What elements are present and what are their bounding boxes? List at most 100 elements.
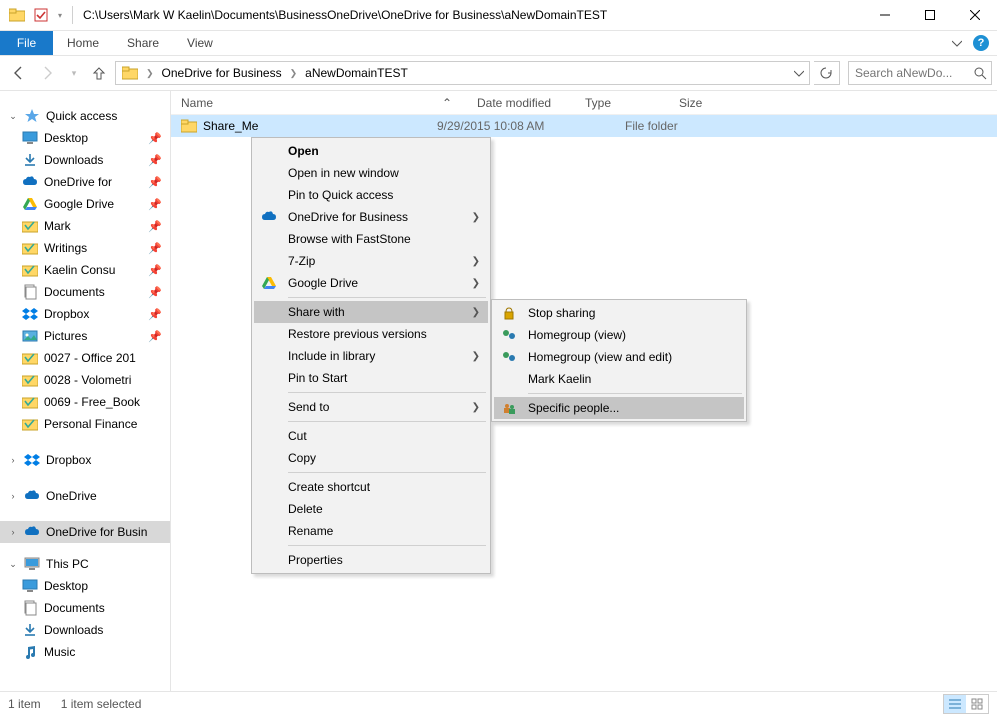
ctx-send-to[interactable]: Send to❯ bbox=[254, 396, 488, 418]
ctx-google-drive[interactable]: Google Drive❯ bbox=[254, 272, 488, 294]
submenu-arrow-icon: ❯ bbox=[472, 307, 480, 318]
dropbox-icon bbox=[22, 306, 38, 322]
file-row[interactable]: Share_Me 9/29/2015 10:08 AM File folder bbox=[171, 115, 997, 137]
nav-item-dropbox-pin[interactable]: Dropbox📌 bbox=[0, 303, 170, 325]
ctx-restore-versions[interactable]: Restore previous versions bbox=[254, 323, 488, 345]
folder-icon[interactable] bbox=[6, 4, 28, 26]
nav-label: 0028 - Volometri bbox=[44, 373, 131, 387]
window-controls bbox=[862, 0, 997, 30]
breadcrumb-sep-icon[interactable]: ❯ bbox=[144, 68, 156, 79]
expand-icon[interactable]: › bbox=[8, 455, 18, 465]
ctx-rename[interactable]: Rename bbox=[254, 520, 488, 542]
ctx-label: Stop sharing bbox=[528, 306, 595, 320]
back-button[interactable] bbox=[5, 60, 31, 86]
recent-locations-button[interactable]: ▾ bbox=[65, 60, 83, 86]
breadcrumb-seg-0[interactable]: OneDrive for Business bbox=[156, 62, 288, 84]
breadcrumb-sep-icon[interactable]: ❯ bbox=[288, 68, 300, 79]
nav-item-pc-downloads[interactable]: Downloads bbox=[0, 619, 170, 641]
help-button[interactable]: ? bbox=[969, 31, 993, 55]
nav-item-pc-desktop[interactable]: Desktop bbox=[0, 575, 170, 597]
expand-icon[interactable]: › bbox=[8, 527, 18, 537]
google-drive-icon bbox=[22, 196, 38, 212]
ctx-open[interactable]: Open bbox=[254, 140, 488, 162]
nav-item-kaelin[interactable]: Kaelin Consu📌 bbox=[0, 259, 170, 281]
ctx-browse-faststone[interactable]: Browse with FastStone bbox=[254, 228, 488, 250]
nav-item-mark[interactable]: Mark📌 bbox=[0, 215, 170, 237]
nav-item-downloads[interactable]: Downloads📌 bbox=[0, 149, 170, 171]
close-button[interactable] bbox=[952, 0, 997, 30]
refresh-button[interactable] bbox=[814, 61, 840, 85]
details-view-button[interactable] bbox=[944, 695, 966, 713]
nav-quick-access-header[interactable]: ⌄ Quick access bbox=[0, 105, 170, 127]
nav-dropbox-header[interactable]: › Dropbox bbox=[0, 449, 170, 471]
ctx-pin-start[interactable]: Pin to Start bbox=[254, 367, 488, 389]
nav-item-google-drive[interactable]: Google Drive📌 bbox=[0, 193, 170, 215]
ctx-properties[interactable]: Properties bbox=[254, 549, 488, 571]
tab-share[interactable]: Share bbox=[113, 31, 173, 55]
nav-onedrive-header[interactable]: › OneDrive bbox=[0, 485, 170, 507]
nav-item-0027[interactable]: 0027 - Office 201 bbox=[0, 347, 170, 369]
column-type[interactable]: Type bbox=[575, 91, 669, 114]
ctx-copy[interactable]: Copy bbox=[254, 447, 488, 469]
ctx-create-shortcut[interactable]: Create shortcut bbox=[254, 476, 488, 498]
sub-specific-people[interactable]: Specific people... bbox=[494, 397, 744, 419]
nav-label: Writings bbox=[44, 241, 87, 255]
nav-item-onedrive-biz[interactable]: OneDrive for📌 bbox=[0, 171, 170, 193]
nav-item-0028[interactable]: 0028 - Volometri bbox=[0, 369, 170, 391]
nav-item-writings[interactable]: Writings 📌 bbox=[0, 237, 170, 259]
expand-icon[interactable]: ⌄ bbox=[8, 559, 18, 570]
nav-this-pc-header[interactable]: ⌄ This PC bbox=[0, 553, 170, 575]
ribbon-expand-icon[interactable] bbox=[945, 31, 969, 55]
nav-item-desktop[interactable]: Desktop📌 bbox=[0, 127, 170, 149]
minimize-button[interactable] bbox=[862, 0, 907, 30]
nav-label: Downloads bbox=[44, 623, 103, 637]
tab-view[interactable]: View bbox=[173, 31, 227, 55]
column-size[interactable]: Size bbox=[669, 91, 749, 114]
up-button[interactable] bbox=[87, 61, 111, 85]
address-bar[interactable]: ❯ OneDrive for Business ❯ aNewDomainTEST bbox=[115, 61, 810, 85]
breadcrumb-root-icon[interactable] bbox=[116, 62, 144, 84]
ctx-include-library[interactable]: Include in library❯ bbox=[254, 345, 488, 367]
ribbon-tabs: File Home Share View ? bbox=[0, 31, 997, 56]
ctx-onedrive-business[interactable]: OneDrive for Business❯ bbox=[254, 206, 488, 228]
forward-button[interactable] bbox=[35, 60, 61, 86]
large-icons-view-button[interactable] bbox=[966, 695, 988, 713]
nav-item-0069[interactable]: 0069 - Free_Book bbox=[0, 391, 170, 413]
folder-icon bbox=[22, 240, 38, 256]
maximize-button[interactable] bbox=[907, 0, 952, 30]
search-box[interactable] bbox=[848, 61, 992, 85]
sub-stop-sharing[interactable]: Stop sharing bbox=[494, 302, 744, 324]
nav-item-documents[interactable]: Documents📌 bbox=[0, 281, 170, 303]
nav-item-personal-finance[interactable]: Personal Finance bbox=[0, 413, 170, 435]
nav-onedrive-business-header[interactable]: › OneDrive for Busin bbox=[0, 521, 170, 543]
nav-item-pictures[interactable]: Pictures📌 bbox=[0, 325, 170, 347]
ctx-share-with[interactable]: Share with❯ bbox=[254, 301, 488, 323]
expand-icon[interactable]: ⌄ bbox=[8, 111, 18, 122]
sub-homegroup-edit[interactable]: Homegroup (view and edit) bbox=[494, 346, 744, 368]
column-name[interactable]: Name bbox=[171, 91, 427, 114]
column-date[interactable]: Date modified bbox=[467, 91, 575, 114]
nav-item-pc-documents[interactable]: Documents bbox=[0, 597, 170, 619]
search-input[interactable] bbox=[853, 65, 970, 81]
ctx-label: Homegroup (view) bbox=[528, 328, 626, 342]
ctx-separator bbox=[288, 297, 486, 298]
file-tab[interactable]: File bbox=[0, 31, 53, 55]
address-dropdown-icon[interactable] bbox=[789, 68, 809, 78]
ctx-pin-quick-access[interactable]: Pin to Quick access bbox=[254, 184, 488, 206]
ctx-delete[interactable]: Delete bbox=[254, 498, 488, 520]
nav-label: Desktop bbox=[44, 131, 88, 145]
ctx-cut[interactable]: Cut bbox=[254, 425, 488, 447]
pin-icon: 📌 bbox=[148, 154, 162, 167]
search-icon[interactable] bbox=[974, 67, 987, 80]
expand-icon[interactable]: › bbox=[8, 491, 18, 501]
sub-homegroup-view[interactable]: Homegroup (view) bbox=[494, 324, 744, 346]
ctx-open-new-window[interactable]: Open in new window bbox=[254, 162, 488, 184]
nav-item-pc-music[interactable]: Music bbox=[0, 641, 170, 663]
ctx-7zip[interactable]: 7-Zip❯ bbox=[254, 250, 488, 272]
pin-icon: 📌 bbox=[148, 242, 162, 255]
properties-icon[interactable] bbox=[30, 4, 52, 26]
breadcrumb-seg-1[interactable]: aNewDomainTEST bbox=[299, 62, 414, 84]
tab-home[interactable]: Home bbox=[53, 31, 113, 55]
qat-dropdown-icon[interactable]: ▾ bbox=[54, 4, 66, 26]
sub-user[interactable]: Mark Kaelin bbox=[494, 368, 744, 390]
